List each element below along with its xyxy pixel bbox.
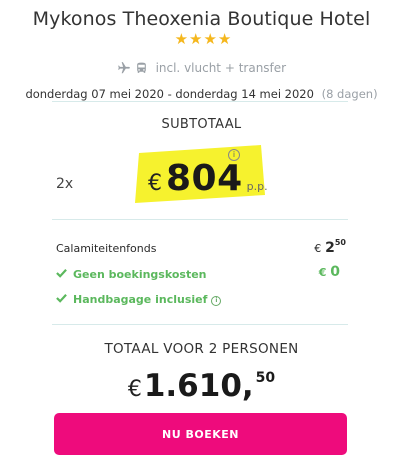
fee-value: € 250 [314,238,346,256]
divider [52,101,348,102]
book-now-button[interactable]: NU BOEKEN [54,413,347,455]
airplane-icon [117,61,135,75]
info-icon[interactable]: i [228,149,240,161]
total-cents: 50 [255,370,276,386]
checkmark-icon [56,268,68,281]
star-rating: ★★★★ [174,30,233,48]
fee-label: Calamiteitenfonds [56,242,157,255]
total-title: TOTAAL VOOR 2 PERSONEN [104,341,299,357]
fee-label-text: Geen boekingskosten [73,268,207,281]
total-amount: 1.610, [143,368,254,404]
transport-info: incl. vlucht + transfer [0,61,403,75]
transport-label: incl. vlucht + transfer [155,61,287,75]
divider [52,324,348,325]
start-date: donderdag 07 mei 2020 [25,87,164,101]
hotel-name: Mykonos Theoxenia Boutique Hotel [32,8,371,30]
bus-icon [135,61,152,75]
total-price: €1.610, 50 [0,368,403,404]
fee-cents: 50 [334,238,346,247]
fee-label-text: Handbagage inclusief [73,293,208,306]
date-separator: - [167,87,172,101]
price-amount: 804 [166,158,243,199]
currency-symbol: € [127,377,142,402]
end-date: donderdag 14 mei 2020 [175,87,314,101]
currency-symbol: € [314,242,322,255]
checkmark-icon [56,293,68,306]
fee-label: Handbagage inclusief i [56,293,222,306]
travel-dates: donderdag 07 mei 2020 - donderdag 14 mei… [0,87,403,101]
hotel-header: Mykonos Theoxenia Boutique Hotel ★★★★ in… [0,8,403,101]
subtotal-price: € 804 p.p. [148,158,268,199]
fee-label: Geen boekingskosten [56,268,207,281]
fee-amount: 2 [325,240,335,256]
quantity: 2x [56,176,74,192]
per-person-label: p.p. [246,180,268,193]
info-icon[interactable]: i [211,296,222,306]
hotel-title-row: Mykonos Theoxenia Boutique Hotel ★★★★ [0,8,403,50]
subtotal-title: SUBTOTAAL [161,117,242,132]
currency-symbol: € [318,266,327,279]
currency-symbol: € [148,171,162,196]
trip-duration: (8 dagen) [321,87,378,101]
fee-value: € 0 [319,264,340,280]
divider [52,219,348,220]
fee-amount: 0 [330,264,340,280]
